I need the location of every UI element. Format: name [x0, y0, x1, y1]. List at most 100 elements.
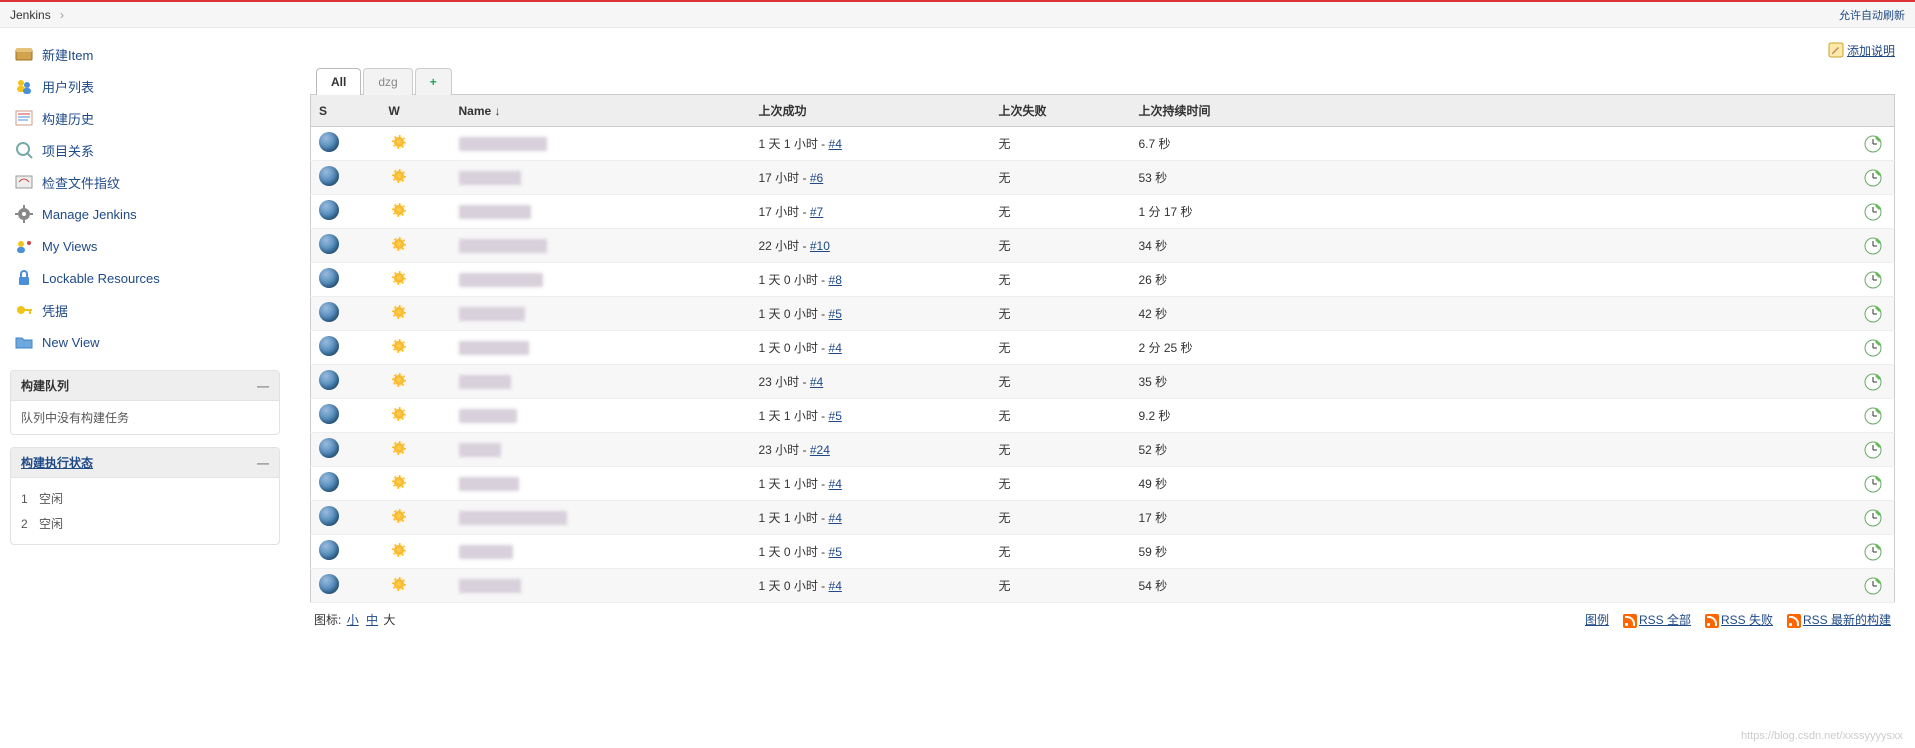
- status-ball-icon: [319, 302, 339, 322]
- build-link[interactable]: #10: [810, 239, 830, 253]
- tab-all[interactable]: All: [316, 68, 361, 95]
- name-cell[interactable]: [451, 501, 751, 535]
- sidebar-item-lock[interactable]: Lockable Resources: [10, 262, 280, 294]
- sidebar-item-label[interactable]: Manage Jenkins: [42, 207, 137, 222]
- schedule-build-icon[interactable]: [1863, 542, 1887, 562]
- iconsize-small[interactable]: 小: [347, 613, 359, 627]
- name-cell[interactable]: [451, 161, 751, 195]
- name-cell[interactable]: [451, 433, 751, 467]
- name-cell[interactable]: [451, 331, 751, 365]
- build-queue-empty: 队列中没有构建任务: [11, 401, 279, 434]
- build-cell: [1855, 331, 1895, 365]
- sidebar-item-label[interactable]: My Views: [42, 239, 97, 254]
- sidebar-item-label[interactable]: 构建历史: [42, 109, 94, 128]
- rss-all-link[interactable]: RSS 全部: [1639, 613, 1691, 627]
- sidebar-item-label[interactable]: 项目关系: [42, 141, 94, 160]
- build-link[interactable]: #5: [829, 307, 842, 321]
- rss-icon: [1705, 614, 1719, 628]
- tab-new-view[interactable]: +: [415, 68, 452, 95]
- schedule-build-icon[interactable]: [1863, 270, 1887, 290]
- build-link[interactable]: #4: [829, 341, 842, 355]
- name-cell[interactable]: [451, 297, 751, 331]
- col-last-duration[interactable]: 上次持续时间: [1131, 95, 1855, 127]
- collapse-icon[interactable]: —: [257, 379, 269, 393]
- name-cell[interactable]: [451, 263, 751, 297]
- schedule-build-icon[interactable]: [1863, 508, 1887, 528]
- build-link[interactable]: #24: [810, 443, 830, 457]
- name-cell[interactable]: [451, 467, 751, 501]
- sidebar-item-relations[interactable]: 项目关系: [10, 134, 280, 166]
- name-cell[interactable]: [451, 195, 751, 229]
- build-link[interactable]: #4: [829, 579, 842, 593]
- build-link[interactable]: #4: [829, 511, 842, 525]
- sidebar-item-folder-plus[interactable]: New View: [10, 326, 280, 358]
- executor-title[interactable]: 构建执行状态: [21, 454, 93, 471]
- schedule-build-icon[interactable]: [1863, 576, 1887, 596]
- sidebar-item-label[interactable]: 凭据: [42, 301, 68, 320]
- col-weather[interactable]: W: [381, 95, 451, 127]
- schedule-build-icon[interactable]: [1863, 236, 1887, 256]
- side-nav: 新建Item 用户列表构建历史项目关系检查文件指纹 Manage Jenkins My…: [10, 38, 280, 358]
- weather-cell: [381, 127, 451, 161]
- name-cell[interactable]: [451, 399, 751, 433]
- build-link[interactable]: #4: [829, 137, 842, 151]
- collapse-icon[interactable]: —: [257, 456, 269, 470]
- sidebar-item-people[interactable]: 用户列表: [10, 70, 280, 102]
- build-link[interactable]: #5: [829, 409, 842, 423]
- weather-cell: [381, 297, 451, 331]
- last-success-cell: 1 天 1 小时 - #4: [751, 467, 991, 501]
- schedule-build-icon[interactable]: [1863, 474, 1887, 494]
- sidebar-item-new-item[interactable]: 新建Item: [10, 38, 280, 70]
- schedule-build-icon[interactable]: [1863, 304, 1887, 324]
- name-cell[interactable]: [451, 229, 751, 263]
- status-ball-icon: [319, 234, 339, 254]
- schedule-build-icon[interactable]: [1863, 338, 1887, 358]
- build-link[interactable]: #4: [829, 477, 842, 491]
- col-last-success[interactable]: 上次成功: [751, 95, 991, 127]
- schedule-build-icon[interactable]: [1863, 372, 1887, 392]
- enable-autorefresh-link[interactable]: 允许自动刷新: [1839, 7, 1905, 23]
- weather-sun-icon: [389, 438, 409, 458]
- iconsize-medium[interactable]: 中: [366, 613, 378, 627]
- col-status[interactable]: S: [311, 95, 381, 127]
- sidebar-item-label[interactable]: 用户列表: [42, 77, 94, 96]
- schedule-build-icon[interactable]: [1863, 440, 1887, 460]
- name-cell[interactable]: [451, 127, 751, 161]
- tab-dzg[interactable]: dzg: [363, 68, 412, 95]
- rss-fail-link[interactable]: RSS 失败: [1721, 613, 1773, 627]
- sidebar-item-fingerprint[interactable]: 检查文件指纹: [10, 166, 280, 198]
- build-link[interactable]: #4: [810, 375, 823, 389]
- sidebar-item-credentials[interactable]: 凭据: [10, 294, 280, 326]
- rss-latest-link[interactable]: RSS 最新的构建: [1803, 613, 1891, 627]
- build-link[interactable]: #8: [829, 273, 842, 287]
- last-failure-cell: 无: [991, 467, 1131, 501]
- sidebar-item-label[interactable]: 检查文件指纹: [42, 173, 120, 192]
- sidebar-item-my-views[interactable]: My Views: [10, 230, 280, 262]
- schedule-build-icon[interactable]: [1863, 202, 1887, 222]
- last-duration-cell: 54 秒: [1131, 569, 1855, 603]
- sidebar-item-label[interactable]: Lockable Resources: [42, 271, 160, 286]
- build-cell: [1855, 467, 1895, 501]
- sidebar-item-history[interactable]: 构建历史: [10, 102, 280, 134]
- sidebar-item-label[interactable]: New View: [42, 335, 100, 350]
- sidebar-item-label[interactable]: 新建Item: [42, 45, 93, 64]
- name-cell[interactable]: [451, 569, 751, 603]
- schedule-build-icon[interactable]: [1863, 168, 1887, 188]
- table-row: 1 天 0 小时 - #4无54 秒: [311, 569, 1895, 603]
- add-description-link[interactable]: 添加说明: [1847, 44, 1895, 58]
- build-link[interactable]: #5: [829, 545, 842, 559]
- build-link[interactable]: #7: [810, 205, 823, 219]
- main-panel: 添加说明 All dzg + S W Name ↓ 上次成功 上次失败 上次持续…: [280, 28, 1915, 656]
- name-cell[interactable]: [451, 535, 751, 569]
- build-cell: [1855, 127, 1895, 161]
- breadcrumb-root[interactable]: Jenkins: [10, 8, 51, 22]
- schedule-build-icon[interactable]: [1863, 406, 1887, 426]
- col-name[interactable]: Name ↓: [451, 95, 751, 127]
- sidebar-item-gear[interactable]: Manage Jenkins: [10, 198, 280, 230]
- schedule-build-icon[interactable]: [1863, 134, 1887, 154]
- col-last-failure[interactable]: 上次失败: [991, 95, 1131, 127]
- build-link[interactable]: #6: [810, 171, 823, 185]
- table-row: 23 小时 - #24无52 秒: [311, 433, 1895, 467]
- name-cell[interactable]: [451, 365, 751, 399]
- legend-link[interactable]: 图例: [1585, 611, 1609, 628]
